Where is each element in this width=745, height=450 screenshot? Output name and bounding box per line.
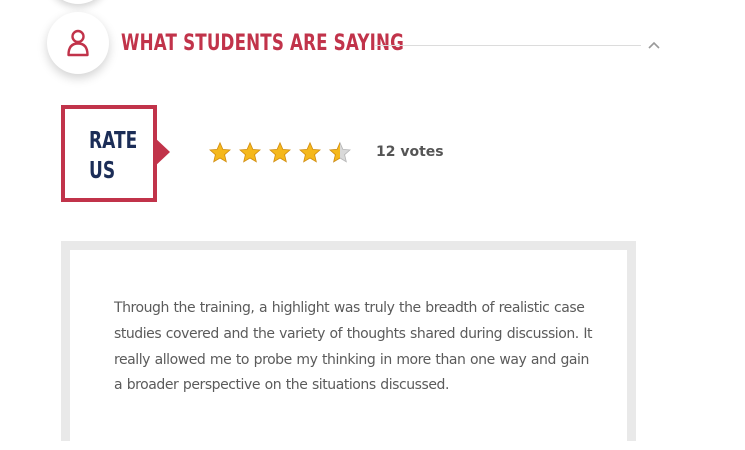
rate-us-label-line2: US <box>89 158 116 184</box>
star-icon-5-half[interactable] <box>328 141 352 165</box>
vote-count: 12 votes <box>376 144 444 160</box>
previous-section-icon-circle <box>47 0 109 4</box>
star-icon-3[interactable] <box>268 141 292 165</box>
star-icon-1[interactable] <box>208 141 232 165</box>
star-icon-2[interactable] <box>238 141 262 165</box>
collapse-toggle[interactable] <box>644 36 664 54</box>
rate-us-label-line1: RATE <box>89 128 138 154</box>
rate-us-label: RATE US <box>89 126 137 186</box>
section-title: WHAT STUDENTS ARE SAYING <box>121 31 405 56</box>
testimonial-card: Through the training, a highlight was tr… <box>61 241 636 450</box>
person-icon <box>67 29 89 57</box>
testimonial-inner: Through the training, a highlight was tr… <box>70 250 627 450</box>
testimonial-text: Through the training, a highlight was tr… <box>114 300 593 394</box>
rate-us-box: RATE US <box>61 105 157 202</box>
star-rating[interactable] <box>208 141 352 165</box>
rate-us-arrow <box>153 136 170 168</box>
star-icon-4[interactable] <box>298 141 322 165</box>
section-icon-circle <box>47 12 109 74</box>
chevron-up-icon <box>648 41 660 49</box>
title-divider <box>375 45 641 46</box>
